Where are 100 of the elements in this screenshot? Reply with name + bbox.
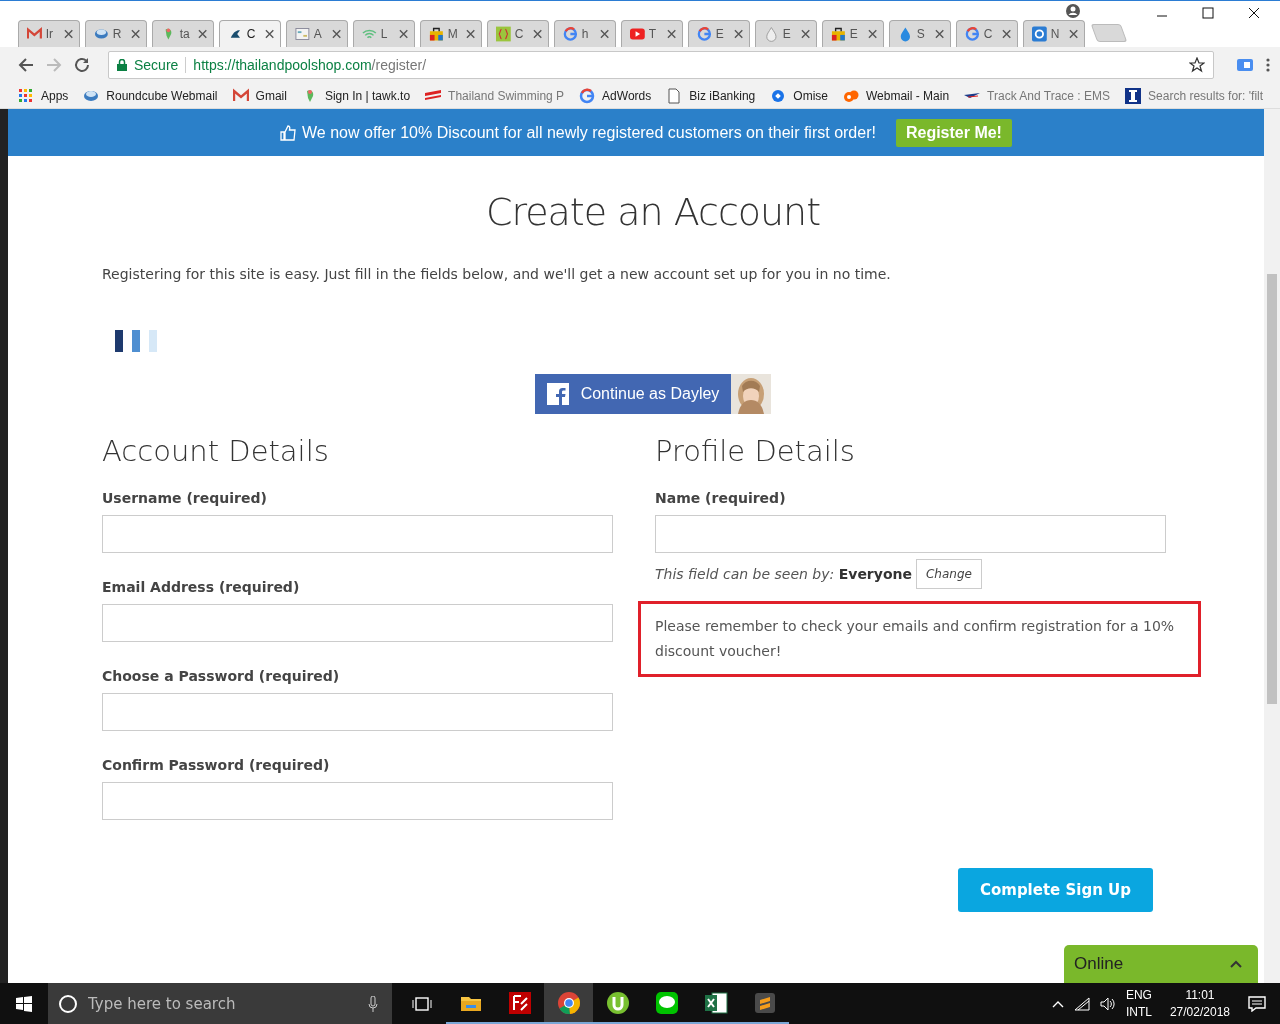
field-label: Email Address (required) xyxy=(102,579,301,595)
back-icon[interactable] xyxy=(18,57,34,73)
page-icon xyxy=(666,87,683,104)
input-field[interactable] xyxy=(102,782,613,820)
bookmark[interactable]: Webmail - Main xyxy=(842,87,950,104)
browser-tab[interactable]: E xyxy=(822,20,884,47)
browser-tab[interactable]: C xyxy=(219,20,281,47)
play-icon xyxy=(630,26,645,42)
layout-label[interactable]: INTL xyxy=(1125,1003,1152,1021)
browser-tab[interactable]: E xyxy=(688,20,750,47)
browser-tab[interactable]: Ir xyxy=(18,20,80,47)
browser-tab[interactable]: A xyxy=(286,20,348,47)
network-icon[interactable] xyxy=(1073,996,1090,1011)
input-field[interactable] xyxy=(655,515,1166,553)
input-field[interactable] xyxy=(102,515,613,553)
field-label: Name (required) xyxy=(655,490,787,506)
browser-tab[interactable]: L xyxy=(353,20,415,47)
chat-bubble-icon xyxy=(654,990,679,1015)
close-icon[interactable] xyxy=(1248,7,1260,19)
browser-tab[interactable]: E xyxy=(755,20,817,47)
input-field[interactable] xyxy=(102,693,613,731)
google-icon xyxy=(579,87,596,104)
microphone-icon xyxy=(368,995,378,1012)
drop-icon xyxy=(898,26,913,42)
cloud-icon xyxy=(94,26,109,42)
field-label: Confirm Password (required) xyxy=(102,757,331,773)
taskbar-app[interactable] xyxy=(544,983,593,1024)
loading-icon xyxy=(115,330,157,352)
shopping-bag-icon xyxy=(831,26,846,42)
google-icon xyxy=(965,26,980,42)
thumbs-up-icon xyxy=(280,124,297,141)
bookmark[interactable]: Omise xyxy=(770,87,828,104)
mail-icon xyxy=(232,87,249,104)
bookmark[interactable]: Biz iBanking xyxy=(666,87,756,104)
profile-icon[interactable] xyxy=(1066,4,1080,18)
lock-icon xyxy=(117,59,127,71)
task-view-icon[interactable] xyxy=(412,995,432,1012)
editor-icon xyxy=(752,990,777,1015)
page-title: Create an Account xyxy=(484,190,822,234)
browser-tab[interactable]: M xyxy=(420,20,482,47)
browser-tab[interactable]: C xyxy=(487,20,549,47)
maximize-icon[interactable] xyxy=(1202,7,1214,19)
bookmark[interactable]: AdWords xyxy=(579,87,652,104)
section-heading: Account Details xyxy=(102,434,330,468)
google-icon xyxy=(697,26,712,42)
speaker-icon[interactable] xyxy=(1099,996,1116,1011)
apps-icon xyxy=(18,87,34,104)
drop-icon xyxy=(764,26,779,42)
scrollbar-thumb[interactable] xyxy=(1267,274,1277,704)
notification-icon[interactable] xyxy=(1248,995,1266,1012)
google-icon xyxy=(563,26,578,42)
clock-time[interactable]: 11:01 xyxy=(1185,986,1215,1004)
chat-widget[interactable]: Online xyxy=(1064,945,1258,983)
reload-icon[interactable] xyxy=(74,57,90,73)
bookmark[interactable]: Track And Trace : EMS xyxy=(964,87,1111,104)
letter-i-icon xyxy=(1125,87,1142,104)
browser-tab[interactable]: R xyxy=(85,20,147,47)
extension-icon[interactable] xyxy=(1236,58,1254,72)
facebook-button[interactable]: Continue as Dayley xyxy=(534,374,732,414)
notice-box: Please remember to check your emails and confirm registration for a 10% discount voucher! xyxy=(638,601,1201,677)
browser-tab[interactable]: S xyxy=(889,20,951,47)
visibility-text: This field can be seen by: Everyone xyxy=(655,566,912,582)
url-text: https://thailandpoolshop.com/register/ xyxy=(193,57,428,73)
browser-tab[interactable]: h xyxy=(554,20,616,47)
spreadsheet-icon xyxy=(703,990,728,1015)
torrent-icon xyxy=(605,990,630,1015)
section-heading: Profile Details xyxy=(655,434,856,468)
circle-icon xyxy=(770,87,787,104)
mail-icon xyxy=(27,26,42,42)
star-icon[interactable] xyxy=(1189,57,1205,73)
field-label: Username (required) xyxy=(102,490,268,506)
browser-tab[interactable]: N xyxy=(1023,20,1085,47)
scrollbar[interactable] xyxy=(1264,109,1280,983)
bookmark[interactable]: Thailand Swimming P xyxy=(425,87,565,104)
windows-icon[interactable] xyxy=(16,995,32,1012)
chrome-icon xyxy=(556,990,581,1015)
menu-icon[interactable] xyxy=(1266,57,1270,73)
language-label[interactable]: ENG xyxy=(1125,986,1152,1004)
banner-text: We now offer 10% Discount for all newly registered customers on their first order! xyxy=(302,123,876,142)
browser-tab[interactable]: C xyxy=(956,20,1018,47)
window-icon xyxy=(295,26,310,42)
search-input[interactable]: Type here to search xyxy=(86,993,360,1014)
bookmark[interactable]: Gmail xyxy=(232,87,287,104)
browser-tab[interactable]: ta xyxy=(152,20,214,47)
shopping-bag-icon xyxy=(429,26,444,42)
browser-tab[interactable]: T xyxy=(621,20,683,47)
field-label: Choose a Password (required) xyxy=(102,668,341,684)
ftp-client-icon xyxy=(507,990,532,1015)
clock-date[interactable]: 27/02/2018 xyxy=(1169,1003,1230,1021)
bookmark[interactable]: Sign In | tawk.to xyxy=(301,87,411,104)
braces-icon xyxy=(496,26,511,42)
security-label: Secure xyxy=(134,57,179,73)
bookmark[interactable]: Search results for: 'filt xyxy=(1125,87,1264,104)
input-field[interactable] xyxy=(102,604,613,642)
facebook-icon xyxy=(546,383,569,405)
search-field[interactable]: Type here to search xyxy=(48,983,392,1024)
address-bar[interactable]: Secure https://thailandpoolshop.com/register/ xyxy=(108,51,1214,79)
change-button[interactable]: Change xyxy=(916,559,982,589)
bookmark[interactable]: Apps xyxy=(18,87,69,104)
bookmark[interactable]: Roundcube Webmail xyxy=(83,87,218,104)
